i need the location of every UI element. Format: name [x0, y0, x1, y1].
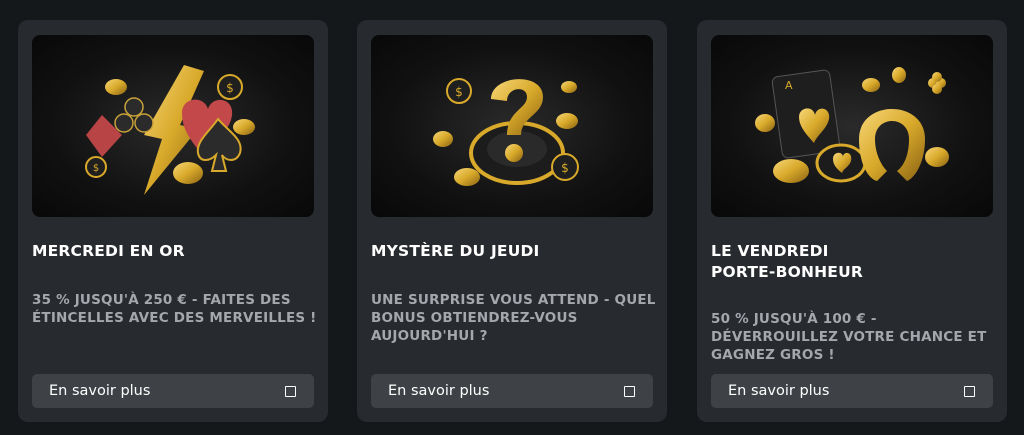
- promo-description: UNE SURPRISE VOUS ATTEND - QUEL BONUS OB…: [371, 292, 656, 344]
- svg-text:$: $: [226, 81, 234, 95]
- learn-more-button[interactable]: En savoir plus: [371, 374, 653, 408]
- promo-description: 50 % JUSQU'À 100 € - DÉVERROUILLEZ VOTRE…: [711, 311, 987, 363]
- svg-text:$: $: [455, 85, 463, 99]
- learn-more-button[interactable]: En savoir plus: [711, 374, 993, 408]
- promo-image-card-suits: $ $: [32, 35, 314, 217]
- promo-description: 35 % JUSQU'À 250 € - FAITES DES ÉTINCELL…: [32, 292, 317, 326]
- square-icon: [964, 385, 975, 397]
- promo-image-question-mark: $ $: [371, 35, 653, 217]
- square-icon: [285, 385, 296, 397]
- learn-more-button[interactable]: En savoir plus: [32, 374, 314, 408]
- learn-more-label: En savoir plus: [388, 383, 490, 399]
- learn-more-label: En savoir plus: [49, 383, 151, 399]
- learn-more-label: En savoir plus: [728, 383, 830, 399]
- svg-text:$: $: [561, 161, 569, 175]
- svg-text:$: $: [93, 163, 99, 174]
- square-icon: [624, 385, 635, 397]
- promo-image-horseshoe: A: [711, 35, 993, 217]
- promo-title: MERCREDI EN OR: [32, 242, 185, 260]
- promo-title: LE VENDREDI PORTE-BONHEUR: [711, 242, 864, 281]
- promo-title: MYSTÈRE DU JEUDI: [371, 242, 540, 260]
- promo-card-thursday: $ $ MYSTÈRE DU JEUDI UNE SURPRISE VOUS A…: [357, 20, 667, 422]
- svg-text:A: A: [785, 79, 793, 92]
- promo-card-wednesday: $ $ MERCREDI EN OR 35 % JUSQU'À 250 € - …: [18, 20, 328, 422]
- promo-card-friday: A LE VENDREDI PORTE-BONHEUR 50 % JUSQU'À…: [697, 20, 1007, 422]
- promotions-row: $ $ MERCREDI EN OR 35 % JUSQU'À 250 € - …: [0, 0, 1024, 435]
